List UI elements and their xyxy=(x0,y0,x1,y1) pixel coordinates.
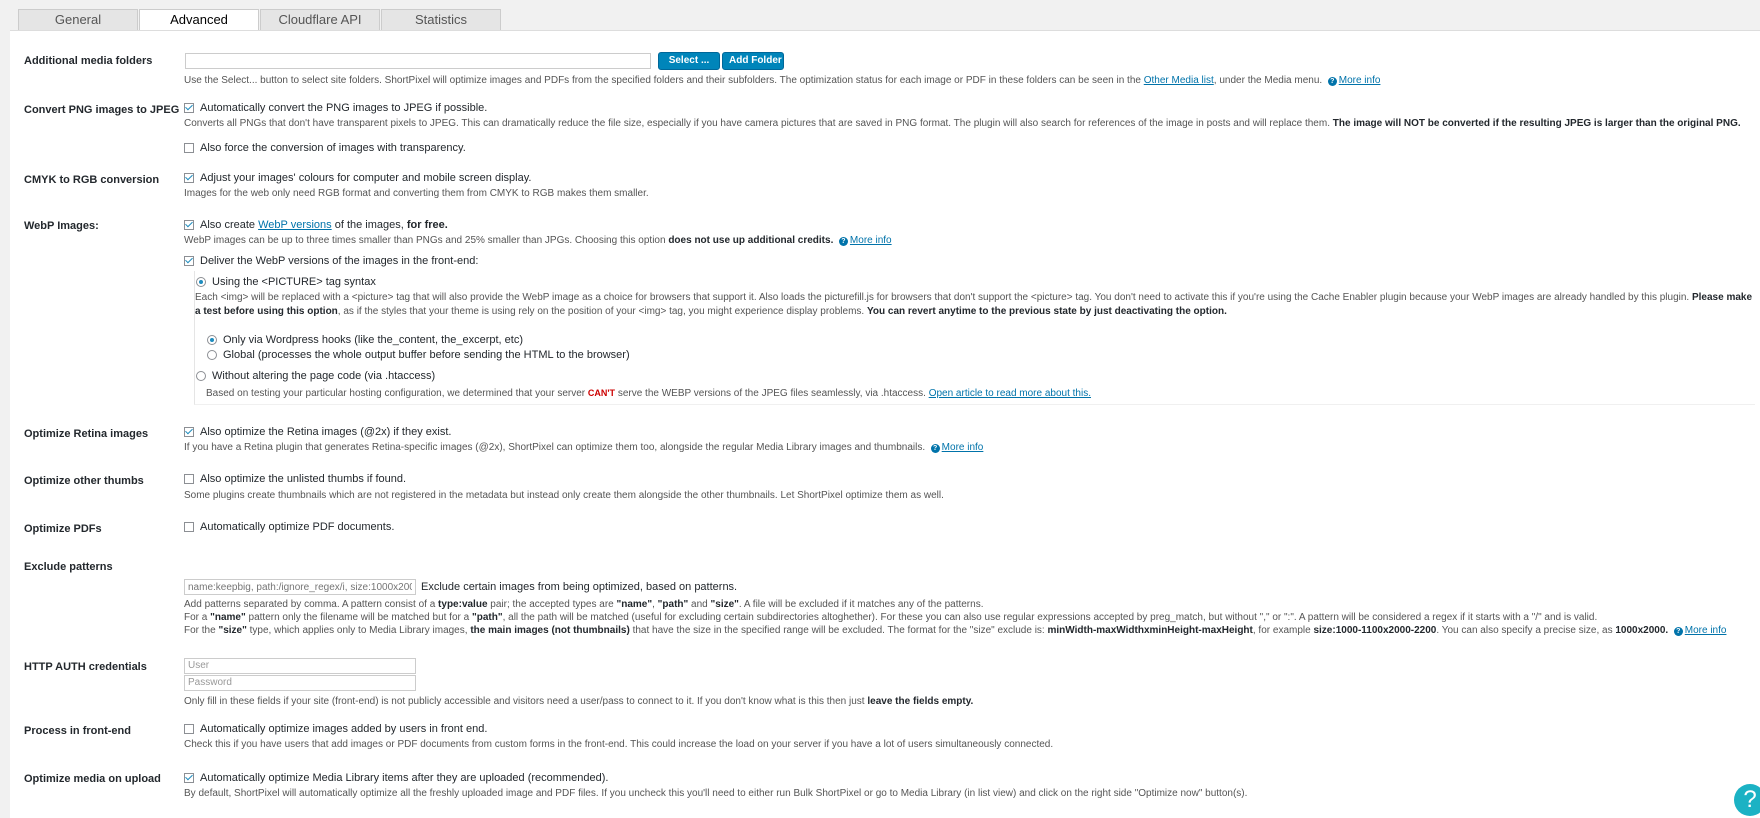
exclude-desc-line3: For the "size" type, which applies only … xyxy=(184,625,1727,636)
http-user-input[interactable]: User xyxy=(184,658,416,674)
frontend-desc: Check this if you have users that add im… xyxy=(184,739,1054,750)
media-folders-input[interactable] xyxy=(185,53,651,69)
upload-label: Optimize media on upload xyxy=(24,773,161,785)
http-auth-label: HTTP AUTH credentials xyxy=(24,661,147,673)
webp-global-radio[interactable] xyxy=(207,350,217,360)
thumbs-checkbox[interactable] xyxy=(184,474,194,484)
tab-advanced[interactable]: Advanced xyxy=(139,9,259,31)
png-force-option[interactable]: Also force the conversion of images with… xyxy=(184,142,466,154)
frontend-option[interactable]: Automatically optimize images added by u… xyxy=(184,723,487,735)
retina-option[interactable]: Also optimize the Retina images (@2x) if… xyxy=(184,426,451,438)
tab-statistics[interactable]: Statistics xyxy=(381,9,501,30)
cant-badge: CAN'T xyxy=(587,388,616,398)
webp-more-info-link[interactable]: More info xyxy=(850,235,892,246)
htaccess-article-link[interactable]: Open article to read more about this. xyxy=(929,388,1091,399)
retina-checkbox[interactable] xyxy=(184,427,194,437)
tab-cloudflare-api[interactable]: Cloudflare API xyxy=(260,9,380,30)
help-icon: ? xyxy=(838,237,848,246)
exclude-inline-label: Exclude certain images from being optimi… xyxy=(421,581,738,593)
upload-option[interactable]: Automatically optimize Media Library ite… xyxy=(184,772,608,784)
thumbs-label: Optimize other thumbs xyxy=(24,475,144,487)
webp-deliver-option[interactable]: Deliver the WebP versions of the images … xyxy=(184,255,478,267)
webp-picture-desc: Each <img> will be replaced with a <pict… xyxy=(195,292,1753,317)
cmyk-checkbox[interactable] xyxy=(184,173,194,183)
png-desc: Converts all PNGs that don't have transp… xyxy=(184,118,1741,129)
exclude-desc-line1: Add patterns separated by comma. A patte… xyxy=(184,599,984,610)
media-folders-more-info-link[interactable]: More info xyxy=(1339,75,1381,86)
webp-versions-link[interactable]: WebP versions xyxy=(258,219,332,231)
webp-htaccess-radio-option[interactable]: Without altering the page code (via .hta… xyxy=(196,370,435,382)
http-password-input[interactable]: Password xyxy=(184,675,416,691)
frontend-label: Process in front-end xyxy=(24,725,131,737)
settings-tabs: General Advanced Cloudflare API Statisti… xyxy=(18,9,502,31)
retina-more-info-link[interactable]: More info xyxy=(942,442,984,453)
exclude-patterns-input[interactable] xyxy=(184,579,416,595)
tab-general[interactable]: General xyxy=(18,9,138,30)
exclude-desc-line2: For a "name" pattern only the filename w… xyxy=(184,612,1598,623)
webp-htaccess-radio[interactable] xyxy=(196,371,206,381)
webp-create-option[interactable]: Also create WebP versions of the images,… xyxy=(184,219,448,231)
webp-picture-radio[interactable] xyxy=(196,277,206,287)
exclude-more-info-link[interactable]: More info xyxy=(1685,625,1727,636)
help-icon: ? xyxy=(930,444,940,453)
add-folder-button[interactable]: Add Folder xyxy=(722,52,784,70)
webp-create-checkbox[interactable] xyxy=(184,220,194,230)
cmyk-desc: Images for the web only need RGB format … xyxy=(184,188,649,199)
webp-desc: WebP images can be up to three times sma… xyxy=(184,235,892,246)
help-beacon-button[interactable]: ? xyxy=(1734,784,1760,816)
pdfs-checkbox[interactable] xyxy=(184,522,194,532)
cmyk-option[interactable]: Adjust your images' colours for computer… xyxy=(184,172,531,184)
pdfs-option[interactable]: Automatically optimize PDF documents. xyxy=(184,521,394,533)
png-force-checkbox[interactable] xyxy=(184,143,194,153)
webp-deliver-checkbox[interactable] xyxy=(184,256,194,266)
retina-label: Optimize Retina images xyxy=(24,428,149,440)
frontend-checkbox[interactable] xyxy=(184,724,194,734)
thumbs-desc: Some plugins create thumbnails which are… xyxy=(184,490,944,501)
media-folders-desc: Use the Select... button to select site … xyxy=(184,75,1381,86)
media-folders-label: Additional media folders xyxy=(24,55,153,67)
retina-desc: If you have a Retina plugin that generat… xyxy=(184,442,984,453)
webp-label: WebP Images: xyxy=(24,220,99,232)
cmyk-label: CMYK to RGB conversion xyxy=(24,174,160,186)
webp-hooks-radio[interactable] xyxy=(207,335,217,345)
webp-htaccess-desc: Based on testing your particular hosting… xyxy=(206,388,1091,399)
webp-global-radio-option[interactable]: Global (processes the whole output buffe… xyxy=(207,349,630,361)
png-convert-checkbox[interactable] xyxy=(184,103,194,113)
other-media-list-link[interactable]: Other Media list xyxy=(1144,75,1214,86)
png-label: Convert PNG images to JPEG xyxy=(24,104,180,116)
exclude-label: Exclude patterns xyxy=(24,561,113,573)
help-icon: ? xyxy=(1673,627,1683,636)
help-icon: ? xyxy=(1327,77,1337,86)
upload-checkbox[interactable] xyxy=(184,773,194,783)
png-convert-option[interactable]: Automatically convert the PNG images to … xyxy=(184,102,487,114)
http-auth-desc: Only fill in these fields if your site (… xyxy=(184,696,974,707)
upload-desc: By default, ShortPixel will automaticall… xyxy=(184,788,1248,799)
webp-hooks-radio-option[interactable]: Only via Wordpress hooks (like the_conte… xyxy=(207,334,523,346)
webp-picture-radio-option[interactable]: Using the <PICTURE> tag syntax xyxy=(196,276,376,288)
settings-panel: Additional media folders Select ... Add … xyxy=(10,30,1760,818)
thumbs-option[interactable]: Also optimize the unlisted thumbs if fou… xyxy=(184,473,406,485)
pdfs-label: Optimize PDFs xyxy=(24,523,102,535)
select-folder-button[interactable]: Select ... xyxy=(658,52,720,70)
